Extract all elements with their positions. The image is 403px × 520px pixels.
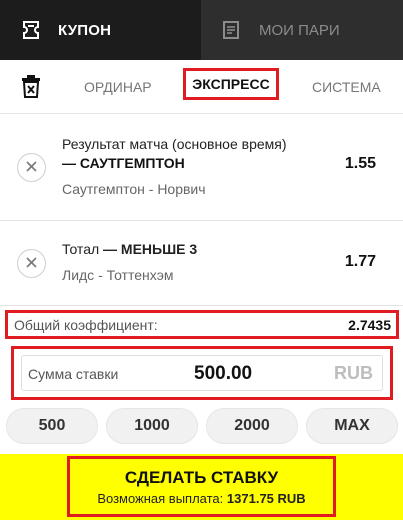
tab-my-bets[interactable]: МОИ ПАРИ (201, 0, 403, 60)
tab-coupon-label: КУПОН (58, 21, 112, 39)
bet-odds: 1.55 (344, 155, 376, 172)
bet-item: Тотал — МЕНЬШЕ 3 Лидс - Тоттенхэм 1.77 (0, 221, 403, 306)
bet-selection: — МЕНЬШЕ 3 (103, 241, 198, 257)
coupon-tabs: КУПОН МОИ ПАРИ (0, 0, 403, 60)
bet-item: Результат матча (основное время) — САУТГ… (0, 115, 403, 221)
stake-label: Сумма ставки (28, 366, 119, 382)
tab-system[interactable]: СИСТЕМА (312, 79, 381, 95)
quick-amount-2000-button[interactable]: 2000 (206, 408, 298, 444)
bet-market-label: Тотал (62, 241, 100, 257)
close-icon (26, 255, 37, 273)
bet-event: Лидс - Тоттенхэм (62, 267, 174, 283)
stake-value: 500.00 (194, 363, 253, 384)
tab-express[interactable]: ЭКСПРЕСС (183, 68, 279, 100)
remove-bet-button[interactable] (17, 153, 46, 182)
total-odds-value: 2.7435 (348, 317, 391, 333)
ticket-icon (22, 21, 40, 39)
quick-amount-1000-button[interactable]: 1000 (106, 408, 198, 444)
place-bet-bar: СДЕЛАТЬ СТАВКУ Возможная выплата: 1371.7… (0, 454, 403, 520)
remove-bet-button[interactable] (17, 249, 46, 278)
bet-odds: 1.77 (344, 253, 376, 270)
place-bet-label: СДЕЛАТЬ СТАВКУ (124, 467, 279, 487)
quick-amount-max-button[interactable]: MAX (306, 408, 398, 444)
bet-selection: — САУТГЕМПТОН (62, 155, 185, 171)
bet-event: Саутгемптон - Норвич (62, 181, 206, 197)
tab-my-bets-label: МОИ ПАРИ (259, 21, 340, 39)
quick-amount-500-button[interactable]: 500 (6, 408, 98, 444)
bet-market: Тотал — МЕНЬШЕ 3 (62, 241, 197, 257)
payout-label: Возможная выплата: (97, 490, 224, 506)
total-odds-row: Общий коэффициент: 2.7435 (5, 310, 399, 339)
payout-value: 1371.75 RUB (226, 490, 306, 506)
stake-box: Сумма ставки 500.00 RUB (11, 346, 393, 400)
potential-payout: Возможная выплата: 1371.75 RUB (97, 491, 305, 506)
close-icon (26, 159, 37, 177)
document-icon (223, 21, 239, 39)
bet-market: Результат матча (основное время) (62, 136, 287, 152)
place-bet-button[interactable]: СДЕЛАТЬ СТАВКУ Возможная выплата: 1371.7… (67, 456, 336, 517)
stake-input[interactable]: Сумма ставки 500.00 RUB (21, 355, 383, 391)
bet-type-selector: ОРДИНАР ЭКСПРЕСС СИСТЕМА (0, 60, 403, 114)
tab-single[interactable]: ОРДИНАР (84, 79, 152, 95)
stake-currency: RUB (334, 363, 373, 383)
trash-icon[interactable] (21, 74, 41, 103)
tab-coupon[interactable]: КУПОН (0, 0, 201, 60)
total-odds-label: Общий коэффициент: (14, 317, 158, 333)
